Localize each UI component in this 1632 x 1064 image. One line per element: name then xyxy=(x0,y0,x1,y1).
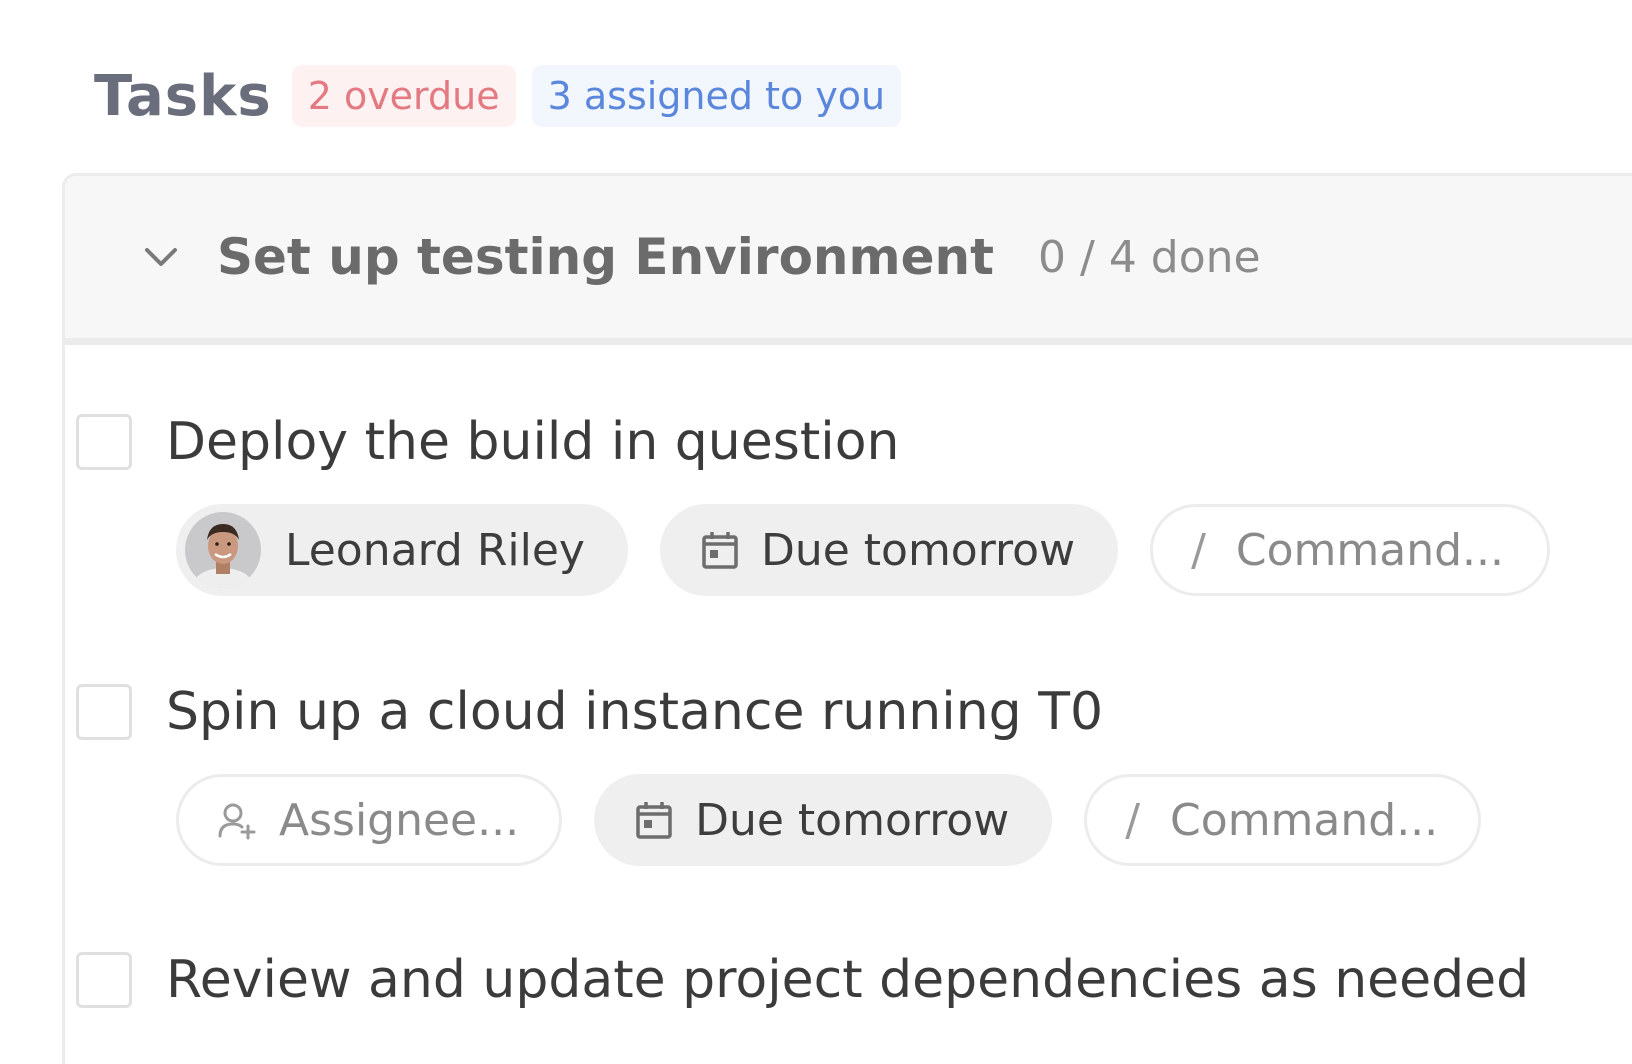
command-chip[interactable]: / Command... xyxy=(1150,504,1551,596)
task-group: Set up testing Environment 0 / 4 done xyxy=(62,173,1632,1064)
calendar-icon xyxy=(635,800,673,840)
task-title[interactable]: Deploy the build in question xyxy=(166,412,899,472)
calendar-icon xyxy=(701,530,739,570)
task-group-header[interactable]: Set up testing Environment 0 / 4 done xyxy=(65,176,1632,345)
chevron-down-icon[interactable] xyxy=(141,237,181,277)
task-checkbox[interactable] xyxy=(76,684,132,740)
due-date-label: Due tomorrow xyxy=(695,794,1010,846)
due-date-label: Due tomorrow xyxy=(760,524,1076,576)
task-title[interactable]: Review and update project dependencies a… xyxy=(166,950,1529,1010)
page-title: Tasks xyxy=(94,63,272,129)
task-item: Spin up a cloud instance running T0 Assi… xyxy=(76,680,1482,866)
add-person-icon xyxy=(217,800,257,840)
due-date-chip[interactable]: Due tomorrow xyxy=(659,504,1119,596)
task-item: Review and update project dependencies a… xyxy=(76,948,1529,1012)
task-checkbox[interactable] xyxy=(76,414,132,470)
command-chip[interactable]: / Command... xyxy=(1084,774,1482,866)
tasks-header: Tasks 2 overdue 3 assigned to you xyxy=(94,63,917,129)
tasks-panel: Tasks 2 overdue 3 assigned to you Set up… xyxy=(0,0,1632,1064)
due-date-chip[interactable]: Due tomorrow xyxy=(594,774,1053,866)
command-label: Command... xyxy=(1170,794,1439,846)
task-group-progress: 0 / 4 done xyxy=(1038,231,1261,283)
assigned-badge[interactable]: 3 assigned to you xyxy=(531,65,902,127)
task-item: Deploy the build in question Leonard Ril… xyxy=(76,410,1551,596)
task-title[interactable]: Spin up a cloud instance running T0 xyxy=(166,682,1103,742)
assignee-name: Leonard Riley xyxy=(285,524,585,576)
command-label: Command... xyxy=(1235,524,1505,576)
command-slash: / xyxy=(1191,524,1206,576)
assignee-chip[interactable]: Leonard Riley xyxy=(176,504,628,596)
assignee-placeholder: Assignee... xyxy=(279,794,520,846)
task-checkbox[interactable] xyxy=(76,952,132,1008)
assignee-picker-chip[interactable]: Assignee... xyxy=(176,774,563,866)
avatar xyxy=(185,512,261,588)
command-slash: / xyxy=(1125,794,1141,846)
overdue-badge[interactable]: 2 overdue xyxy=(291,65,516,127)
task-group-title: Set up testing Environment xyxy=(217,228,995,286)
